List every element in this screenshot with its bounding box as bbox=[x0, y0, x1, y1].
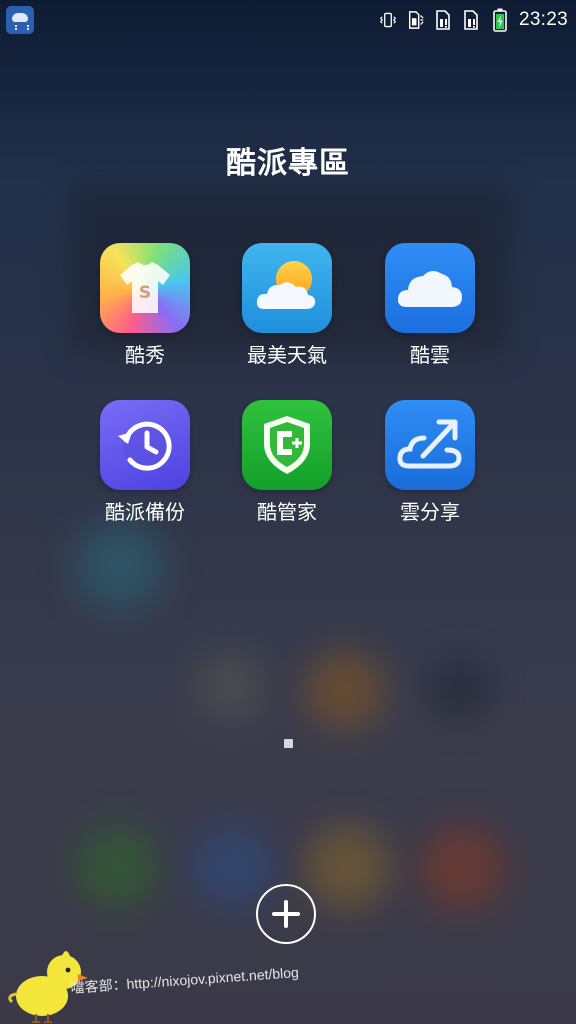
add-app-button[interactable] bbox=[256, 884, 316, 944]
cloud-icon bbox=[385, 243, 475, 333]
app-kuyun[interactable]: 酷雲 bbox=[359, 243, 501, 383]
weather-notification-icon bbox=[6, 6, 34, 34]
app-weather[interactable]: 最美天氣 bbox=[216, 243, 358, 383]
background-blob bbox=[430, 660, 490, 720]
background-blob bbox=[195, 650, 265, 720]
sim-card-icon bbox=[435, 10, 453, 30]
vibrate-icon bbox=[379, 10, 397, 30]
app-label: 雲分享 bbox=[400, 500, 460, 524]
status-bar: 23:23 bbox=[0, 0, 576, 40]
plus-icon bbox=[272, 900, 300, 928]
sim-card-icon bbox=[463, 10, 481, 30]
app-label: 酷雲 bbox=[410, 343, 450, 367]
cloud-share-arrow-icon bbox=[385, 400, 475, 490]
clock-time: 23:23 bbox=[518, 9, 568, 30]
svg-text:S: S bbox=[139, 283, 151, 303]
sim1-volte-icon bbox=[407, 10, 425, 30]
folder-title[interactable]: 酷派專區 bbox=[0, 138, 576, 182]
app-label: 酷秀 bbox=[125, 343, 165, 367]
tshirt-icon: S bbox=[100, 243, 190, 333]
app-kuguanjia[interactable]: 酷管家 bbox=[216, 400, 358, 540]
background-blob bbox=[75, 825, 160, 910]
history-clock-icon bbox=[100, 400, 190, 490]
status-icons: 23:23 bbox=[379, 6, 568, 34]
app-kuxiu[interactable]: S 酷秀 bbox=[74, 243, 216, 383]
app-coolpad-backup[interactable]: 酷派備份 bbox=[74, 400, 216, 540]
background-blob bbox=[420, 825, 505, 910]
watermark-text: 噹客部：http://nixojov.pixnet.net/blog bbox=[70, 964, 300, 996]
app-label: 最美天氣 bbox=[247, 343, 327, 367]
app-label: 酷管家 bbox=[257, 500, 317, 524]
background-blob bbox=[305, 825, 390, 910]
app-label: 酷派備份 bbox=[105, 500, 185, 524]
battery-charging-icon bbox=[491, 8, 509, 32]
sun-cloud-icon bbox=[242, 243, 332, 333]
shield-plus-icon bbox=[242, 400, 332, 490]
background-blob bbox=[305, 650, 385, 730]
page-indicator bbox=[284, 739, 293, 748]
app-cloud-share[interactable]: 雲分享 bbox=[359, 400, 501, 540]
